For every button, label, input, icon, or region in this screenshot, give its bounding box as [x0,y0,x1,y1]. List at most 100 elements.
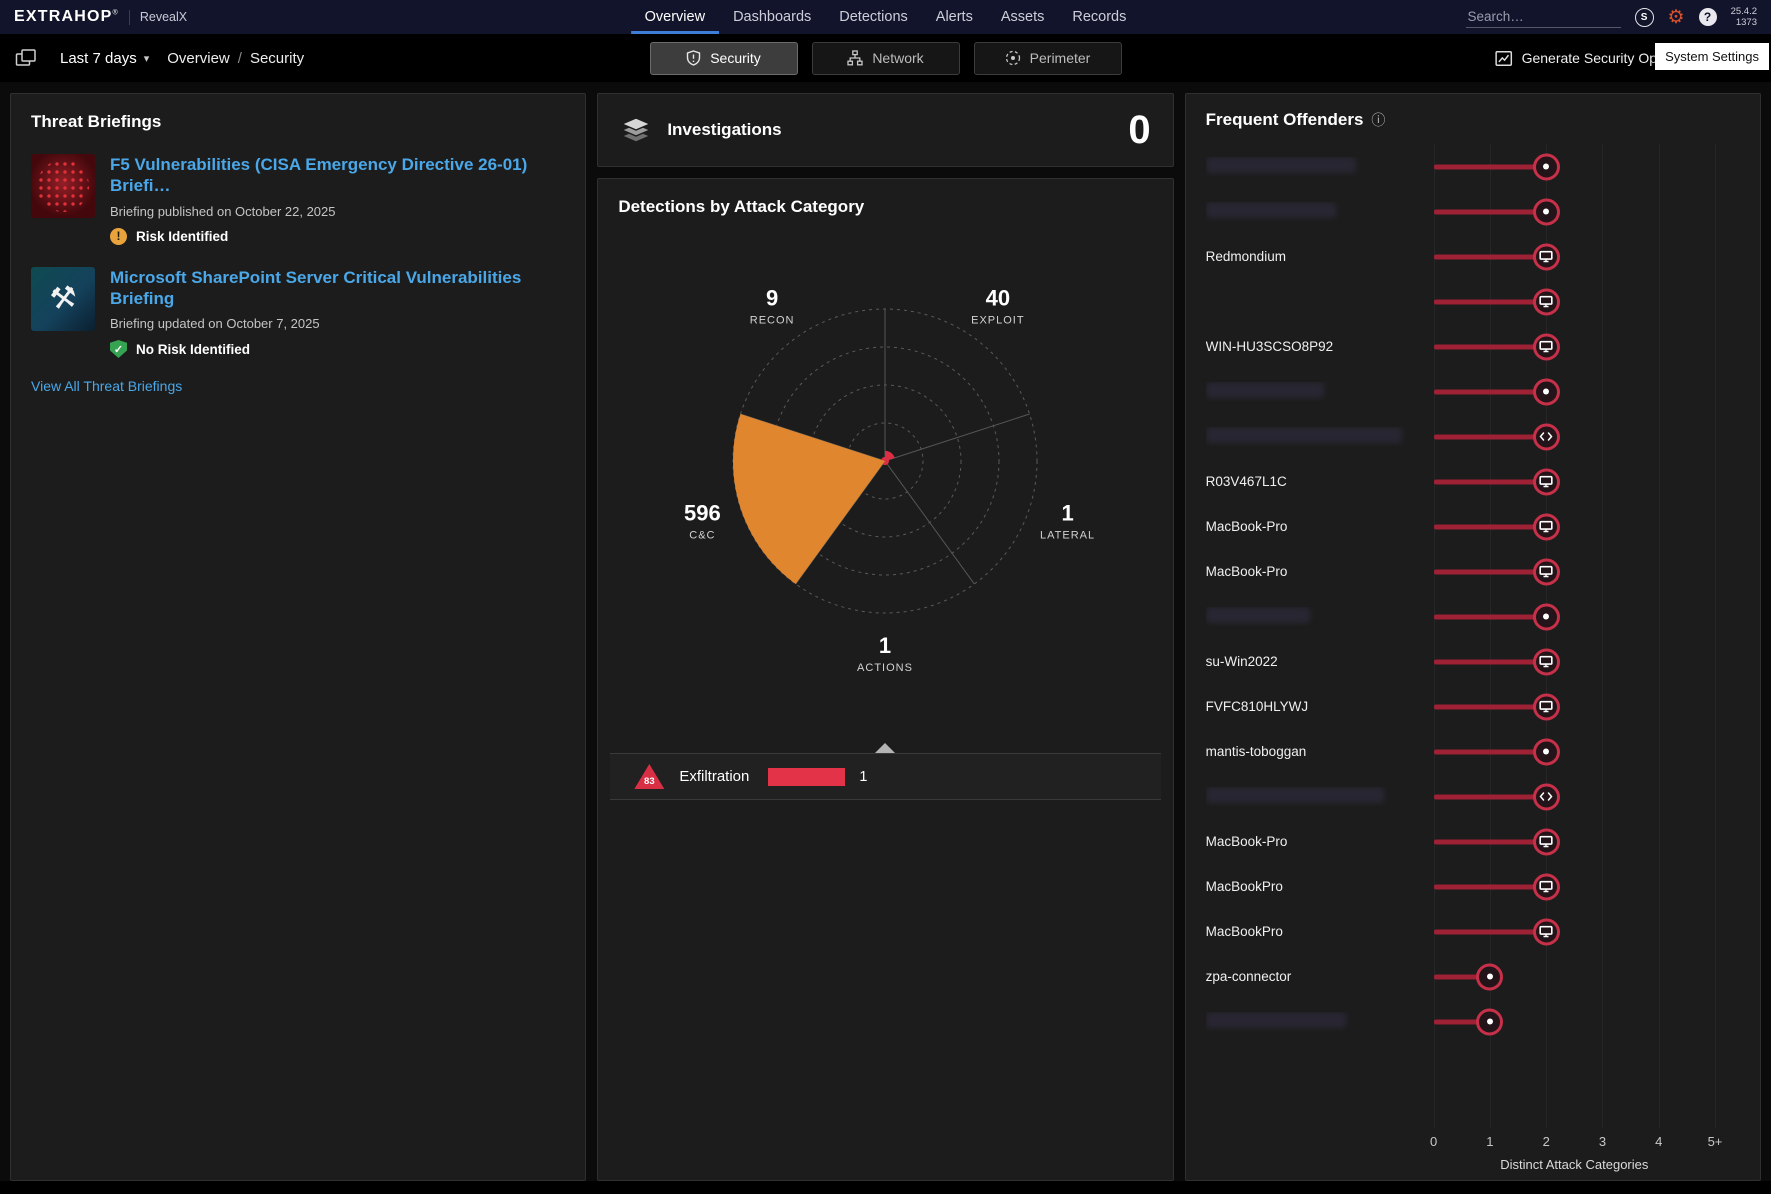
device-marker-code-icon[interactable] [1533,783,1560,810]
offender-name[interactable]: MacBookPro [1206,924,1434,939]
device-marker-monitor-icon[interactable] [1533,243,1560,270]
briefing-thumbnail-sharepoint-tools[interactable]: ⚒ [31,267,95,331]
offender-name-redacted[interactable] [1206,427,1434,446]
lollipop-line [1434,254,1547,259]
device-marker-monitor-icon[interactable] [1533,513,1560,540]
device-marker-monitor-icon[interactable] [1533,693,1560,720]
device-marker-monitor-icon[interactable] [1533,648,1560,675]
offender-row: MacBookPro [1206,909,1740,954]
device-marker-dot-icon[interactable] [1476,1008,1503,1035]
nav-tab-overview[interactable]: Overview [631,0,719,34]
offender-name[interactable]: MacBook-Pro [1206,834,1434,849]
breadcrumb-overview[interactable]: Overview [167,50,230,67]
device-marker-dot-icon[interactable] [1533,198,1560,225]
offender-name-redacted[interactable] [1206,607,1434,626]
offender-name-redacted[interactable] [1206,787,1434,806]
offender-name[interactable]: MacBookPro [1206,879,1434,894]
device-marker-monitor-icon[interactable] [1533,828,1560,855]
briefing-title-link[interactable]: Microsoft SharePoint Server Critical Vul… [110,267,565,310]
nav-tab-dashboards[interactable]: Dashboards [719,0,825,34]
device-marker-dot-icon[interactable] [1533,378,1560,405]
view-button-perimeter[interactable]: Perimeter [974,42,1122,75]
offender-track [1434,954,1715,999]
device-marker-monitor-icon[interactable] [1533,333,1560,360]
device-marker-monitor-icon[interactable] [1533,558,1560,585]
offender-row [1206,189,1740,234]
briefing-title-link[interactable]: F5 Vulnerabilities (CISA Emergency Direc… [110,154,565,197]
gear-icon[interactable]: ⚙ [1668,8,1685,27]
view-button-label: Network [872,50,923,66]
offender-name-redacted[interactable] [1206,202,1434,221]
offender-track [1434,819,1715,864]
device-marker-code-icon[interactable] [1533,423,1560,450]
device-marker-dot-icon[interactable] [1476,963,1503,990]
top-navigation: EXTRAHOP® RevealX OverviewDashboardsDete… [0,0,1771,34]
offender-track [1434,999,1715,1044]
info-icon[interactable]: ⓘ [1371,110,1385,130]
time-range-selector[interactable]: Last 7 days ▾ [60,50,149,67]
extrahop-logo[interactable]: EXTRAHOP® [14,8,119,26]
generate-report-button[interactable]: Generate Security Op [1495,50,1657,67]
left-column: Threat Briefings F5 Vulnerabilities (CIS… [10,93,586,1181]
breadcrumb-security[interactable]: Security [250,50,304,67]
briefing-item: ⚒ Microsoft SharePoint Server Critical Vu… [31,267,565,359]
right-column: Frequent Offenders ⓘ RedmondiumWIN-HU3SC… [1185,93,1761,1181]
device-marker-monitor-icon[interactable] [1533,288,1560,315]
lollipop-line [1434,434,1547,439]
offender-name-redacted[interactable] [1206,157,1434,176]
radar-wedge-cc[interactable] [733,414,885,584]
device-marker-dot-icon[interactable] [1533,603,1560,630]
detection-type-label[interactable]: Exfiltration [679,768,749,785]
panels-icon[interactable] [10,43,42,73]
device-marker-dot-icon[interactable] [1533,153,1560,180]
x-tick-label: 0 [1430,1134,1437,1149]
shield-icon [686,50,701,66]
x-axis-label: Distinct Attack Categories [1434,1157,1715,1172]
offender-row [1206,774,1740,819]
offender-name[interactable]: WIN-HU3SCSO8P92 [1206,339,1434,354]
search-input[interactable] [1466,6,1621,28]
view-button-network[interactable]: Network [812,42,960,75]
offender-name[interactable]: Redmondium [1206,249,1434,264]
offender-name[interactable]: R03V467L1C [1206,474,1434,489]
attack-category-radar-chart: 9RECON40EXPLOIT1LATERAL1ACTIONS596C&C [602,221,1168,741]
device-marker-monitor-icon[interactable] [1533,468,1560,495]
view-all-threat-briefings-link[interactable]: View All Threat Briefings [31,378,182,394]
device-marker-monitor-icon[interactable] [1533,873,1560,900]
help-icon[interactable]: ? [1699,8,1717,26]
view-button-security[interactable]: Security [650,42,798,75]
redacted-name-blur [1206,202,1336,218]
radar-category-lateral: LATERAL [1041,529,1096,541]
offender-name[interactable]: MacBook-Pro [1206,564,1434,579]
lollipop-line [1434,164,1547,169]
offender-name-redacted[interactable] [1206,1012,1434,1031]
toolbar-left: Last 7 days ▾ Overview / Security [10,43,304,73]
nav-tab-detections[interactable]: Detections [825,0,922,34]
offender-name-redacted[interactable] [1206,382,1434,401]
subscription-icon[interactable]: S [1635,8,1654,27]
offender-name[interactable]: su-Win2022 [1206,654,1434,669]
device-marker-dot-icon[interactable] [1533,738,1560,765]
offender-name[interactable]: zpa-connector [1206,969,1434,984]
detail-caret [875,743,895,753]
layers-icon [620,116,652,144]
offender-name[interactable]: mantis-toboggan [1206,744,1434,759]
perimeter-icon [1005,50,1021,66]
investigations-card[interactable]: Investigations 0 [597,93,1173,167]
offender-name[interactable]: MacBook-Pro [1206,519,1434,534]
nav-tab-records[interactable]: Records [1058,0,1140,34]
device-marker-monitor-icon[interactable] [1533,918,1560,945]
version-number: 25.4.2 [1731,6,1757,17]
detection-detail-row[interactable]: 83 Exfiltration 1 [610,753,1160,800]
nav-tab-assets[interactable]: Assets [987,0,1059,34]
breadcrumb: Overview / Security [167,50,304,67]
offender-name[interactable]: FVFC810HLYWJ [1206,699,1434,714]
redacted-name-blur [1206,787,1384,803]
time-range-label: Last 7 days [60,50,137,67]
risk-identified-icon: ! [110,228,127,245]
offender-track [1434,189,1715,234]
briefing-thumbnail-f5-red-dots[interactable] [31,154,95,218]
offender-track [1434,234,1715,279]
nav-tab-alerts[interactable]: Alerts [922,0,987,34]
x-axis-ticks: 012345+ [1434,1134,1715,1150]
